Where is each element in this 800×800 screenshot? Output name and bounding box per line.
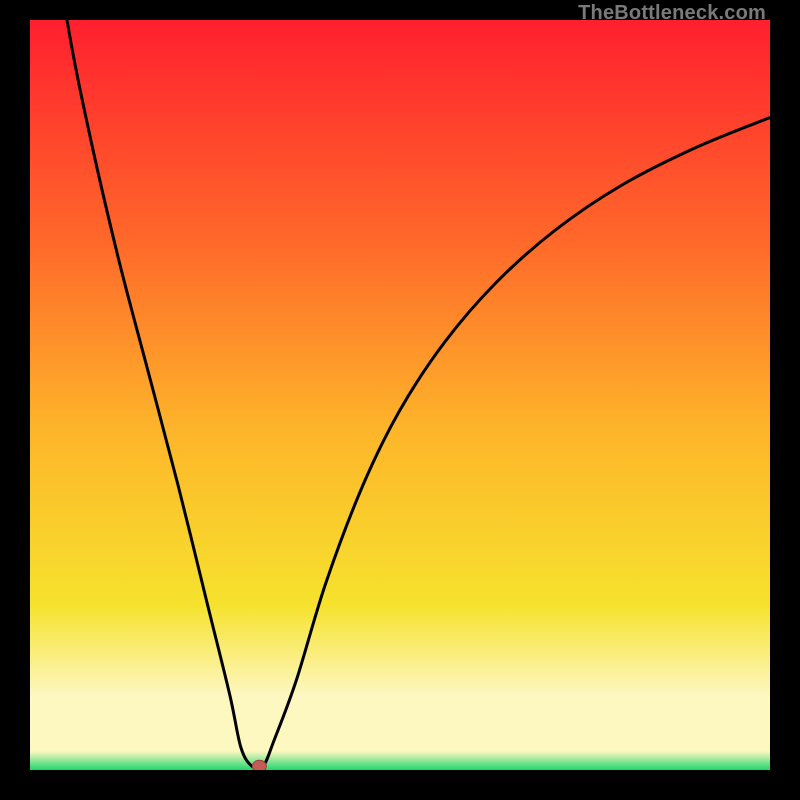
bottleneck-chart [30,20,770,770]
optimum-marker [252,760,266,770]
gradient-background [30,20,770,770]
chart-frame: TheBottleneck.com [0,0,800,800]
plot-area [30,20,770,770]
